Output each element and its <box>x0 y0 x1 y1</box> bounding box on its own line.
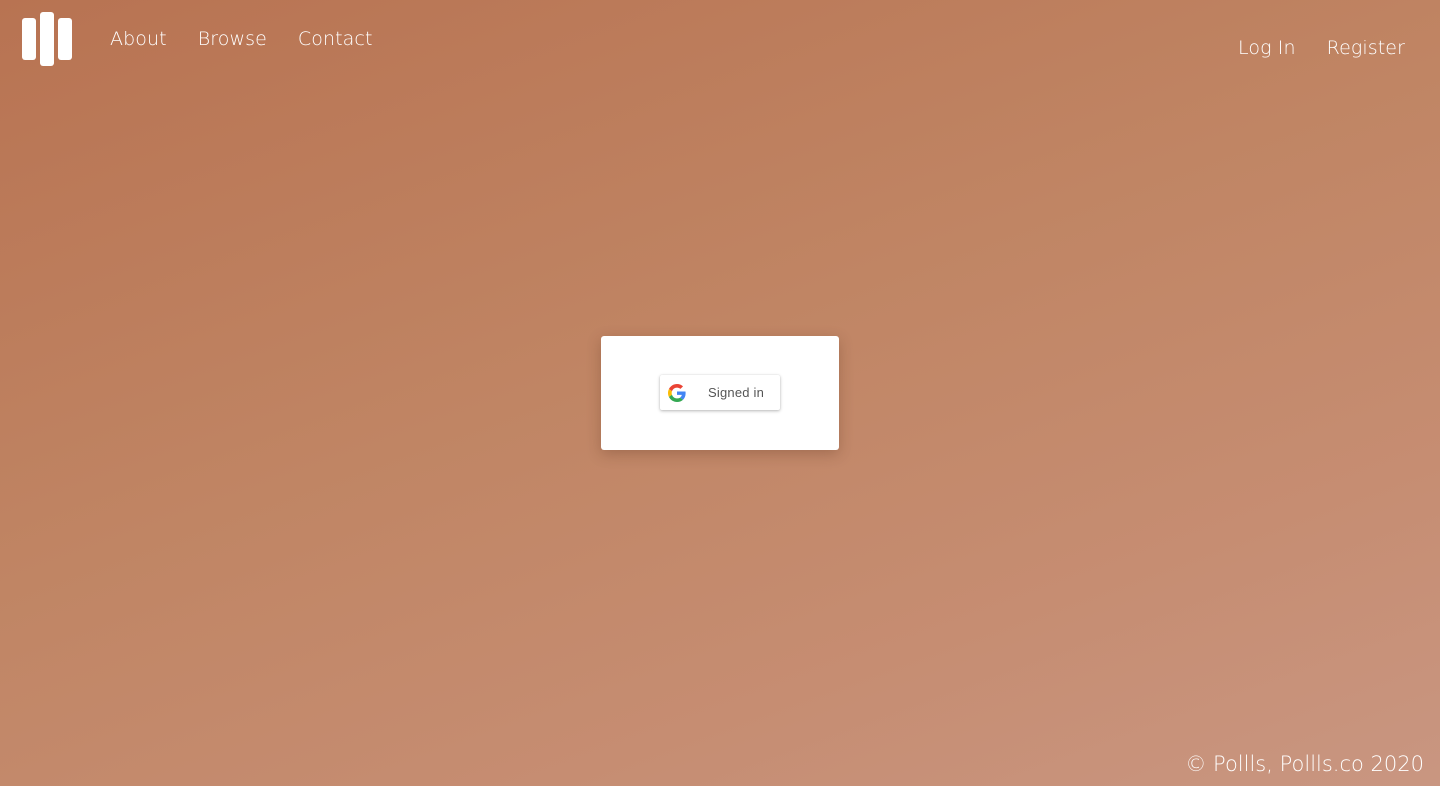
google-g-icon <box>668 383 686 402</box>
login-link[interactable]: Log In <box>1238 37 1296 59</box>
footer-copyright: © Pollls, Pollls.co 2020 <box>1185 752 1424 776</box>
google-signin-label: Signed in <box>708 385 765 400</box>
site-logo[interactable] <box>21 12 73 68</box>
register-link[interactable]: Register <box>1327 37 1405 59</box>
nav-link-browse[interactable]: Browse <box>198 28 267 50</box>
nav-link-about[interactable]: About <box>110 28 167 50</box>
account-nav: Log In Register <box>1238 37 1405 59</box>
logo-bar-left <box>22 18 36 60</box>
logo-bar-right <box>58 18 72 60</box>
signin-card: Signed in <box>601 336 839 450</box>
logo-bar-middle <box>40 12 54 66</box>
primary-nav: About Browse Contact <box>110 28 373 50</box>
nav-link-contact[interactable]: Contact <box>298 28 373 50</box>
google-signin-button[interactable]: Signed in <box>660 375 780 410</box>
